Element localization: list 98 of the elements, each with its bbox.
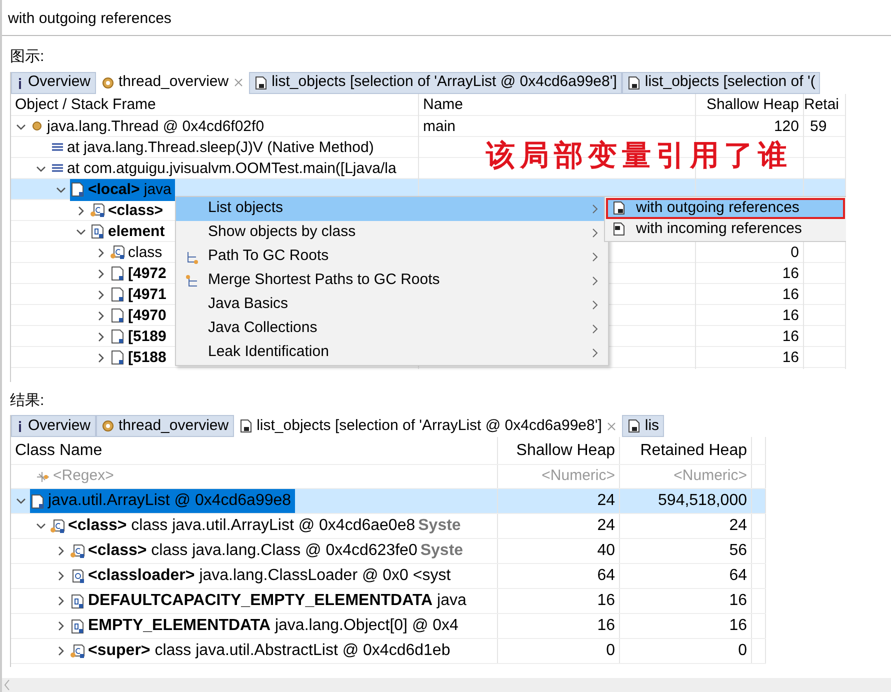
tree-row[interactable]: [5189 bbox=[110, 326, 170, 348]
tree-row[interactable]: <super> class java.util.AbstractList @ 0x4cd6d1eb bbox=[70, 639, 454, 663]
object-icon bbox=[110, 287, 125, 302]
info-icon bbox=[16, 76, 24, 90]
tree-row[interactable]: class bbox=[110, 242, 166, 264]
object-icon bbox=[110, 329, 125, 344]
table-cell-text: 0 bbox=[738, 641, 747, 661]
menu-item[interactable]: with incoming references bbox=[606, 218, 845, 240]
tree-row[interactable]: [5188 bbox=[110, 346, 170, 369]
column-header[interactable]: Object / Stack Frame bbox=[15, 94, 156, 116]
column-header[interactable]: Shallow Heap bbox=[706, 94, 799, 116]
tab[interactable]: lis bbox=[622, 415, 664, 437]
menu-item[interactable]: Path To GC Roots bbox=[176, 244, 608, 268]
tree-icon bbox=[185, 274, 199, 288]
table-cell-text: 0 bbox=[790, 242, 799, 262]
tree-row[interactable]: <class> class java.util.ArrayList @ 0x4cd6ae0e8 Syste bbox=[50, 514, 465, 538]
document-icon bbox=[238, 419, 253, 433]
array-icon bbox=[90, 224, 105, 240]
tab[interactable]: list_objects [selection of 'ArrayList @ 0x4cd6a99e8'] bbox=[248, 72, 622, 94]
table-cell-text: 16 bbox=[782, 348, 799, 368]
caption-label: 结果: bbox=[10, 392, 44, 408]
document-icon bbox=[626, 76, 641, 90]
close-icon bbox=[606, 420, 617, 432]
document-icon bbox=[612, 222, 626, 236]
table-cell-text: 0 bbox=[606, 641, 615, 661]
table-cell-text: 16 bbox=[597, 591, 615, 611]
tree-icon bbox=[185, 250, 199, 264]
object-icon bbox=[110, 308, 125, 324]
class-icon bbox=[110, 245, 125, 260]
object-icon bbox=[30, 494, 45, 508]
caption-label: 图示: bbox=[10, 48, 44, 65]
tab[interactable]: thread_overview bbox=[96, 415, 234, 437]
page-title: with outgoing references bbox=[8, 10, 172, 27]
close-icon bbox=[232, 77, 244, 88]
class-icon bbox=[90, 203, 105, 218]
menu-item[interactable]: Leak Identification bbox=[176, 340, 608, 364]
table-cell-text: 24 bbox=[597, 491, 615, 511]
scroll-left-icon bbox=[2, 678, 12, 692]
menu-item[interactable]: with outgoing references bbox=[606, 198, 845, 218]
document-icon bbox=[612, 201, 626, 215]
document-icon bbox=[254, 76, 268, 90]
tree-row[interactable]: at java.lang.Thread.sleep(J)V (Native Method) bbox=[50, 136, 378, 159]
annotation-text: 该局部变量引用了谁 bbox=[486, 136, 792, 174]
table-cell-text: 40 bbox=[597, 541, 615, 561]
tree-row[interactable]: java.util.ArrayList @ 0x4cd6a99e8 bbox=[30, 489, 296, 513]
table-cell-text: 16 bbox=[782, 306, 799, 326]
tree-row[interactable]: <class> bbox=[90, 200, 168, 222]
column-header[interactable]: Name bbox=[423, 94, 464, 116]
array-icon bbox=[70, 594, 85, 608]
column-header[interactable]: Retai bbox=[804, 94, 840, 116]
object-icon bbox=[110, 266, 125, 282]
array-icon bbox=[70, 618, 85, 634]
class-icon bbox=[70, 544, 85, 558]
table-cell-text: 59 bbox=[810, 116, 827, 136]
column-header[interactable]: Retained Heap bbox=[640, 438, 747, 462]
tree-row[interactable]: <class> class java.lang.Class @ 0x4cd623fe0 Syste bbox=[70, 539, 468, 563]
document-icon bbox=[626, 419, 641, 433]
tree-row[interactable]: <local> java bbox=[70, 178, 176, 201]
table-cell-text: 16 bbox=[782, 284, 799, 304]
filter-icon bbox=[35, 470, 49, 484]
menu-item[interactable]: Show objects by class bbox=[176, 220, 608, 244]
table-cell-text: 16 bbox=[782, 264, 799, 284]
scrollbar[interactable] bbox=[2, 678, 891, 692]
tab[interactable]: Overview bbox=[11, 415, 96, 437]
tree-row[interactable]: EMPTY_ELEMENTDATA java.lang.Object[0] @ 0x4 bbox=[70, 614, 462, 638]
tree-row[interactable]: element bbox=[90, 220, 169, 243]
table-cell-text: 16 bbox=[729, 591, 747, 611]
tab[interactable]: Overview bbox=[11, 72, 96, 94]
table-cell-text: 56 bbox=[729, 541, 747, 561]
class-icon bbox=[70, 644, 85, 658]
menu-item[interactable]: Java Collections bbox=[176, 316, 608, 340]
table-cell-text: 594,518,000 bbox=[658, 491, 747, 511]
table-cell-text: 64 bbox=[597, 566, 615, 586]
class-icon bbox=[50, 518, 65, 534]
tree-row[interactable]: [4971 bbox=[110, 284, 170, 306]
tree-row[interactable]: <classloader> java.lang.ClassLoader @ 0x0 <syst bbox=[70, 564, 455, 588]
table-cell-text: 16 bbox=[597, 616, 615, 636]
table-cell-text: main bbox=[423, 116, 456, 136]
object-icon bbox=[110, 350, 125, 366]
table-cell-text: 120 bbox=[774, 116, 799, 136]
table-cell-text: 24 bbox=[729, 516, 747, 536]
object-icon bbox=[70, 182, 85, 198]
table-cell-text: 64 bbox=[729, 566, 747, 586]
table-cell-text: 16 bbox=[729, 616, 747, 636]
info-icon bbox=[16, 419, 24, 433]
tree-row[interactable]: [4972 bbox=[110, 262, 170, 285]
menu-item[interactable]: Merge Shortest Paths to GC Roots bbox=[176, 268, 608, 292]
tree-row[interactable]: DEFAULTCAPACITY_EMPTY_ELEMENTDATA java bbox=[70, 589, 470, 613]
tree-row[interactable]: at com.atguigu.jvisualvm.OOMTest.main([Ljava/la bbox=[50, 158, 400, 180]
tab[interactable]: list_objects [selection of '( bbox=[622, 72, 820, 94]
menu-item[interactable]: Java Basics bbox=[176, 292, 608, 316]
classloader-icon bbox=[70, 568, 85, 584]
tree-row[interactable]: java.lang.Thread @ 0x4cd6f02f0 bbox=[30, 116, 268, 138]
column-header[interactable]: Shallow Heap bbox=[516, 438, 615, 462]
table-cell-text: 16 bbox=[782, 326, 799, 346]
tree-row[interactable]: [4970 bbox=[110, 304, 170, 327]
column-header[interactable]: Class Name bbox=[15, 438, 102, 462]
table-cell-text: 24 bbox=[597, 516, 615, 536]
